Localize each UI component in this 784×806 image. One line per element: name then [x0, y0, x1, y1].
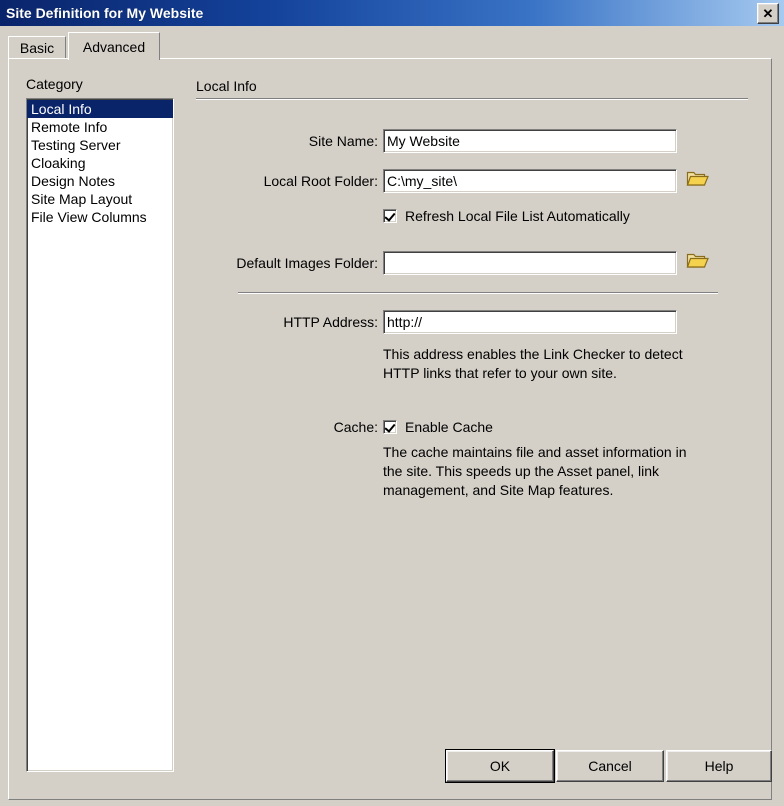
http-address-input[interactable]: [383, 310, 677, 334]
cancel-button[interactable]: Cancel: [556, 750, 664, 782]
site-name-row: Site Name:: [238, 129, 718, 153]
site-definition-dialog: Site Definition for My Website ✕ Basic A…: [0, 0, 784, 806]
section-divider-mid: [238, 292, 718, 294]
title-bar: Site Definition for My Website ✕: [0, 0, 784, 26]
sidebar-item-cloaking[interactable]: Cloaking: [27, 154, 173, 172]
sidebar-item-site-map-layout[interactable]: Site Map Layout: [27, 190, 173, 208]
default-images-folder-row: Default Images Folder:: [218, 250, 718, 275]
tab-advanced[interactable]: Advanced: [68, 32, 160, 60]
cache-label: Cache:: [333, 419, 378, 435]
http-address-row: HTTP Address:: [238, 310, 718, 334]
enable-cache-checkbox[interactable]: [383, 420, 397, 434]
ok-button[interactable]: OK: [445, 749, 555, 783]
site-name-input[interactable]: [383, 129, 677, 153]
enable-cache-label: Enable Cache: [405, 419, 493, 435]
sidebar-item-file-view-columns[interactable]: File View Columns: [27, 208, 173, 226]
local-root-folder-label: Local Root Folder:: [263, 172, 378, 189]
refresh-local-file-list-label: Refresh Local File List Automatically: [405, 208, 630, 224]
refresh-local-file-list-checkbox[interactable]: [383, 209, 397, 223]
category-listbox[interactable]: Local Info Remote Info Testing Server Cl…: [26, 98, 174, 772]
site-name-label: Site Name:: [308, 133, 378, 149]
section-title: Local Info: [196, 78, 257, 94]
local-root-folder-row: Local Root Folder:: [238, 168, 718, 193]
cache-row: Cache: Enable Cache: [308, 419, 493, 435]
refresh-local-file-list-row[interactable]: Refresh Local File List Automatically: [383, 208, 630, 224]
category-label: Category: [26, 76, 83, 92]
cache-help-text: The cache maintains file and asset infor…: [383, 444, 687, 498]
tab-basic[interactable]: Basic: [8, 36, 66, 59]
folder-icon[interactable]: [686, 250, 710, 275]
help-button[interactable]: Help: [666, 750, 772, 782]
close-icon[interactable]: ✕: [757, 2, 779, 24]
sidebar-item-local-info[interactable]: Local Info: [27, 100, 173, 118]
sidebar-item-design-notes[interactable]: Design Notes: [27, 172, 173, 190]
section-divider-top: [196, 98, 748, 100]
http-address-help-text: This address enables the Link Checker to…: [383, 346, 683, 381]
default-images-folder-input[interactable]: [383, 250, 677, 275]
folder-icon[interactable]: [686, 168, 710, 193]
local-root-folder-input[interactable]: [383, 168, 677, 193]
sidebar-item-remote-info[interactable]: Remote Info: [27, 118, 173, 136]
sidebar-item-testing-server[interactable]: Testing Server: [27, 136, 173, 154]
tab-strip: Basic Advanced: [8, 31, 772, 60]
default-images-folder-label: Default Images Folder:: [236, 254, 378, 271]
http-address-label: HTTP Address:: [283, 314, 378, 330]
window-title: Site Definition for My Website: [6, 5, 204, 21]
